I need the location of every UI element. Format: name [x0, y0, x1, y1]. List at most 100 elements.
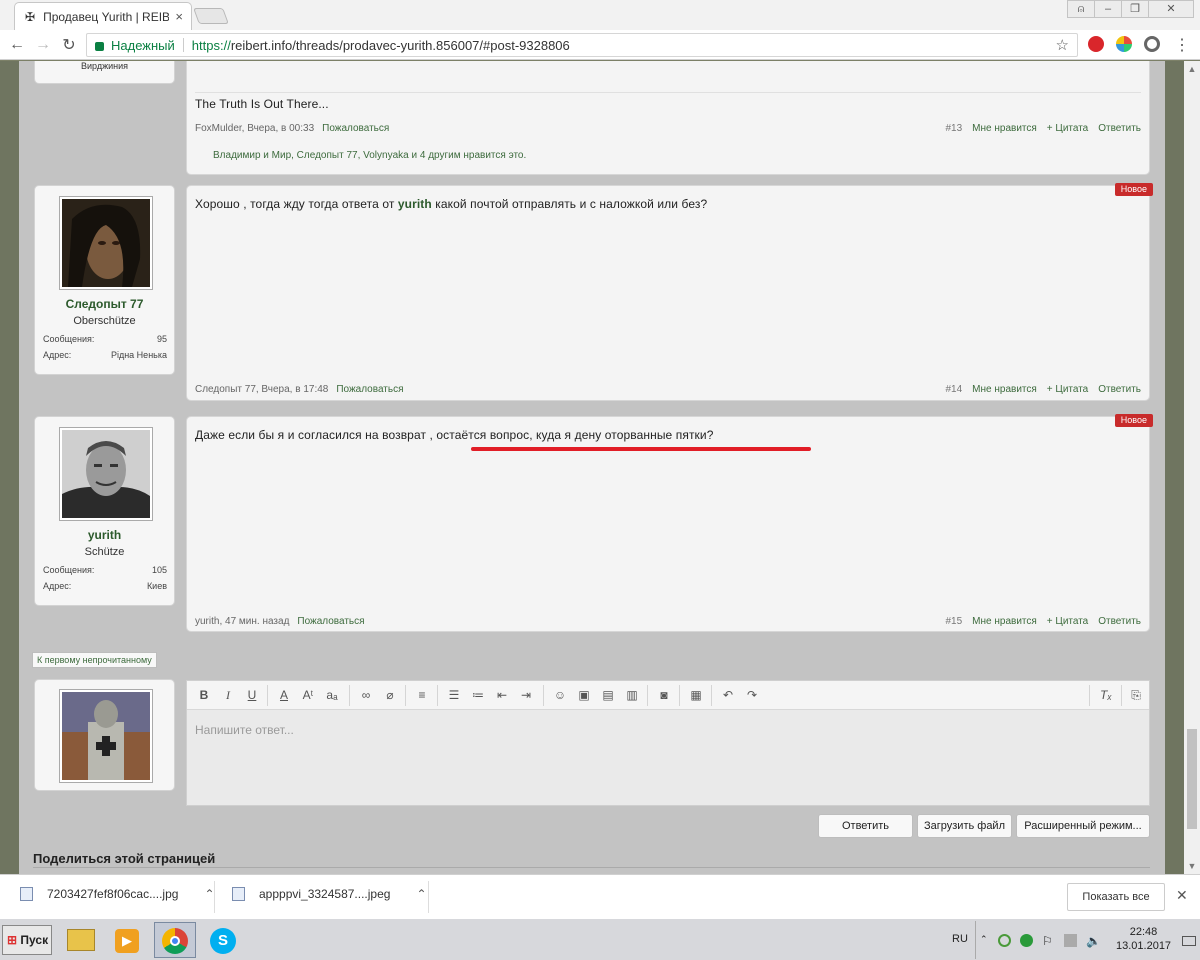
scroll-up-arrow-icon[interactable]: ▲ [1184, 61, 1200, 77]
likes-summary[interactable]: Владимир и Мир, Следопыт 77, Volynyaka и… [213, 150, 1141, 161]
avatar[interactable] [59, 689, 153, 783]
user-title: Schütze [84, 546, 125, 558]
restore-button[interactable]: ❐ [1121, 0, 1149, 18]
source-mode-icon[interactable]: ⎘ [1127, 687, 1145, 703]
image-icon[interactable]: ▣ [575, 687, 593, 703]
author-time[interactable]: yurith, 47 мин. назад [195, 616, 289, 627]
chrome-taskbar-icon[interactable] [154, 922, 196, 958]
clock[interactable]: 22:48 13.01.2017 [1116, 925, 1171, 953]
url-text: reibert.info/threads/prodavec-yurith.856… [230, 37, 570, 53]
post-number[interactable]: #13 [945, 123, 962, 134]
first-unread-button[interactable]: К первому непрочитанному [32, 652, 157, 668]
save-draft-icon[interactable]: ▦ [687, 687, 705, 703]
skype-icon[interactable]: S [202, 922, 244, 958]
like-link[interactable]: Мне нравится [972, 384, 1037, 395]
reload-icon[interactable]: ↻ [56, 35, 82, 55]
reply-link[interactable]: Ответить [1098, 384, 1141, 395]
reply-link[interactable]: Ответить [1098, 123, 1141, 134]
like-link[interactable]: Мне нравится [972, 123, 1037, 134]
quote-link[interactable]: + Цитата [1047, 384, 1088, 395]
like-link[interactable]: Мне нравится [972, 616, 1037, 627]
editor-toolbar: B I U A Aᵗ aₐ ∞ ⌀ ≡ ☰ ≔ ⇤ ⇥ ☺ ▣ ▤ ▥ ◙ ▦ [187, 681, 1149, 710]
redo-icon[interactable]: ↷ [743, 687, 761, 703]
username[interactable]: Следопыт 77 [35, 297, 174, 311]
post-number[interactable]: #15 [945, 616, 962, 627]
scroll-down-arrow-icon[interactable]: ▼ [1184, 858, 1200, 874]
bullet-list-icon[interactable]: ☰ [445, 687, 463, 703]
back-icon[interactable]: ← [4, 36, 30, 54]
post-number[interactable]: #14 [945, 384, 962, 395]
colorful-extension-icon[interactable] [1116, 36, 1132, 52]
avatar[interactable] [59, 196, 153, 290]
volume-icon[interactable]: 🔈 [1086, 934, 1101, 948]
download-item-1[interactable]: 7203427fef8f06cac....jpg ⌃ [20, 887, 215, 901]
window-close-button[interactable]: ✕ [1148, 0, 1194, 18]
insert-icon[interactable]: ▥ [623, 687, 641, 703]
show-all-downloads-button[interactable]: Показать все [1067, 883, 1165, 911]
indent-icon[interactable]: ⇥ [517, 687, 535, 703]
page-scrollbar[interactable]: ▲ ▼ [1184, 61, 1200, 874]
clear-format-icon[interactable]: Tₓ [1097, 687, 1115, 703]
image-file-icon [232, 887, 245, 901]
reply-input[interactable]: Напишите ответ... [195, 723, 294, 737]
profile-icon[interactable]: ⍝ [1067, 0, 1095, 18]
tray-expand-icon[interactable]: ⌃ [980, 934, 993, 947]
author-time[interactable]: Следопыт 77, Вчера, в 17:48 [195, 384, 328, 395]
italic-icon[interactable]: I [219, 687, 237, 703]
bold-icon[interactable]: B [195, 687, 213, 703]
tray-app-icon[interactable] [998, 934, 1011, 947]
chevron-up-icon[interactable]: ⌃ [416, 887, 426, 901]
browser-tab[interactable]: ✠ Продавец Yurith | REIBE × [14, 2, 192, 30]
reply-link[interactable]: Ответить [1098, 616, 1141, 627]
align-icon[interactable]: ≡ [413, 687, 431, 703]
author-time[interactable]: FoxMulder, Вчера, в 00:33 [195, 123, 314, 134]
unlink-icon[interactable]: ⌀ [381, 687, 399, 703]
upload-file-button[interactable]: Загрузить файл [917, 814, 1012, 838]
outdent-icon[interactable]: ⇤ [493, 687, 511, 703]
font-family-icon[interactable]: aₐ [323, 687, 341, 703]
flag-icon[interactable]: ⚐ [1042, 934, 1055, 948]
close-shelf-icon[interactable]: ✕ [1176, 887, 1188, 904]
menu-dots-icon[interactable]: ⋮ [1174, 35, 1190, 55]
show-desktop-icon[interactable] [1182, 936, 1196, 946]
reply-submit-button[interactable]: Ответить [818, 814, 913, 838]
link-icon[interactable]: ∞ [357, 687, 375, 703]
user-box-self [34, 679, 175, 791]
report-link[interactable]: Пожаловаться [322, 123, 389, 134]
media-icon[interactable]: ▤ [599, 687, 617, 703]
undo-icon[interactable]: ↶ [719, 687, 737, 703]
file-manager-icon[interactable] [60, 922, 102, 958]
bookmark-star-icon[interactable]: ☆ [1056, 36, 1069, 54]
site-cross-icon: ✠ [25, 9, 36, 24]
opera-extension-icon[interactable] [1088, 36, 1104, 52]
media-player-icon[interactable]: ▶ [106, 922, 148, 958]
sync-extension-icon[interactable] [1144, 36, 1160, 52]
message-14: Новое Хорошо , тогда жду тогда ответа от… [186, 183, 1153, 401]
address-bar[interactable]: Надежный https://reibert.info/threads/pr… [86, 33, 1078, 57]
new-tab-button[interactable] [193, 8, 229, 24]
numbered-list-icon[interactable]: ≔ [469, 687, 487, 703]
language-indicator[interactable]: RU [952, 933, 968, 945]
network-icon[interactable] [1064, 934, 1077, 947]
user-mention[interactable]: yurith [398, 197, 432, 211]
chevron-up-icon[interactable]: ⌃ [204, 887, 214, 901]
smiley-icon[interactable]: ☺ [551, 687, 569, 703]
forward-icon[interactable]: → [30, 36, 56, 54]
download-item-2[interactable]: appppvi_3324587....jpeg ⌃ [232, 887, 427, 901]
report-link[interactable]: Пожаловаться [336, 384, 403, 395]
minimize-button[interactable]: – [1094, 0, 1122, 18]
avatar[interactable] [59, 427, 153, 521]
quote-link[interactable]: + Цитата [1047, 123, 1088, 134]
scroll-thumb[interactable] [1187, 729, 1197, 829]
tab-close-icon[interactable]: × [175, 9, 183, 24]
report-link[interactable]: Пожаловаться [297, 616, 364, 627]
camera-icon[interactable]: ◙ [655, 687, 673, 703]
font-size-icon[interactable]: Aᵗ [299, 687, 317, 703]
advanced-mode-button[interactable]: Расширенный режим... [1016, 814, 1150, 838]
underline-icon[interactable]: U [243, 687, 261, 703]
tray-shield-icon[interactable] [1020, 934, 1033, 947]
text-color-icon[interactable]: A [275, 687, 293, 703]
quote-link[interactable]: + Цитата [1047, 616, 1088, 627]
username[interactable]: yurith [35, 528, 174, 542]
start-button[interactable]: ⊞ Пуск [2, 925, 52, 955]
